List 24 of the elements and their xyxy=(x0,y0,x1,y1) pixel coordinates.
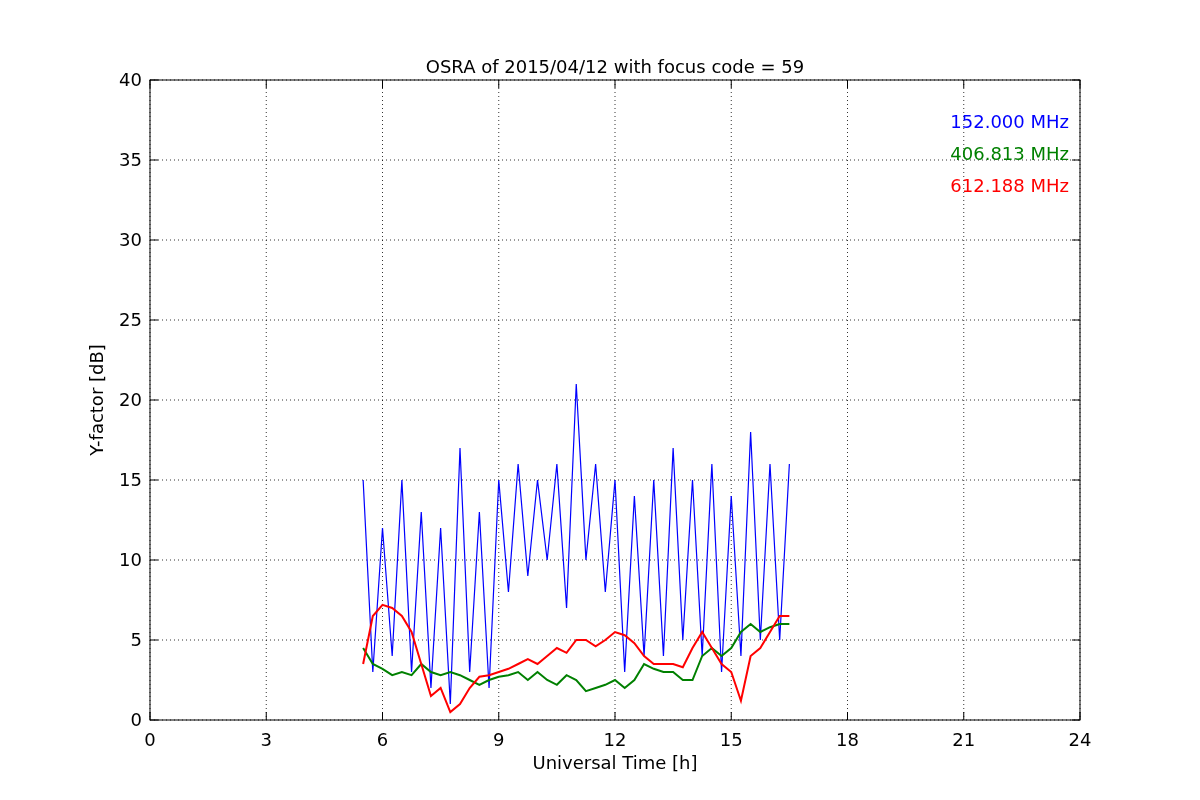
tick-label: 3 xyxy=(260,729,272,750)
tick-label: 9 xyxy=(493,729,505,750)
tick-label: 18 xyxy=(836,729,859,750)
tick-label: 12 xyxy=(603,729,627,750)
tick-label: 6 xyxy=(376,729,389,750)
tick-label: 21 xyxy=(952,729,976,750)
tick-label: 15 xyxy=(719,729,743,750)
tick-label: 5 xyxy=(130,629,142,650)
tick-label: 10 xyxy=(119,549,142,570)
tick-label: 0 xyxy=(130,709,142,730)
tick-label: 30 xyxy=(119,229,142,250)
chart-title: OSRA of 2015/04/12 with focus code = 59 xyxy=(425,56,805,77)
tick-label: 40 xyxy=(119,69,142,90)
tick-label: 20 xyxy=(119,389,142,410)
legend-label: 406.813 MHz xyxy=(950,143,1069,164)
legend-label: 612.188 MHz xyxy=(950,175,1069,196)
x-axis-label: Universal Time [h] xyxy=(532,752,698,773)
tick-label: 25 xyxy=(119,309,142,330)
tick-label: 0 xyxy=(144,729,156,750)
y-axis-label: Y-factor [dB] xyxy=(86,344,107,456)
tick-label: 24 xyxy=(1068,729,1092,750)
legend-label: 152.000 MHz xyxy=(950,111,1069,132)
tick-label: 15 xyxy=(119,469,142,490)
tick-label: 35 xyxy=(119,149,142,170)
